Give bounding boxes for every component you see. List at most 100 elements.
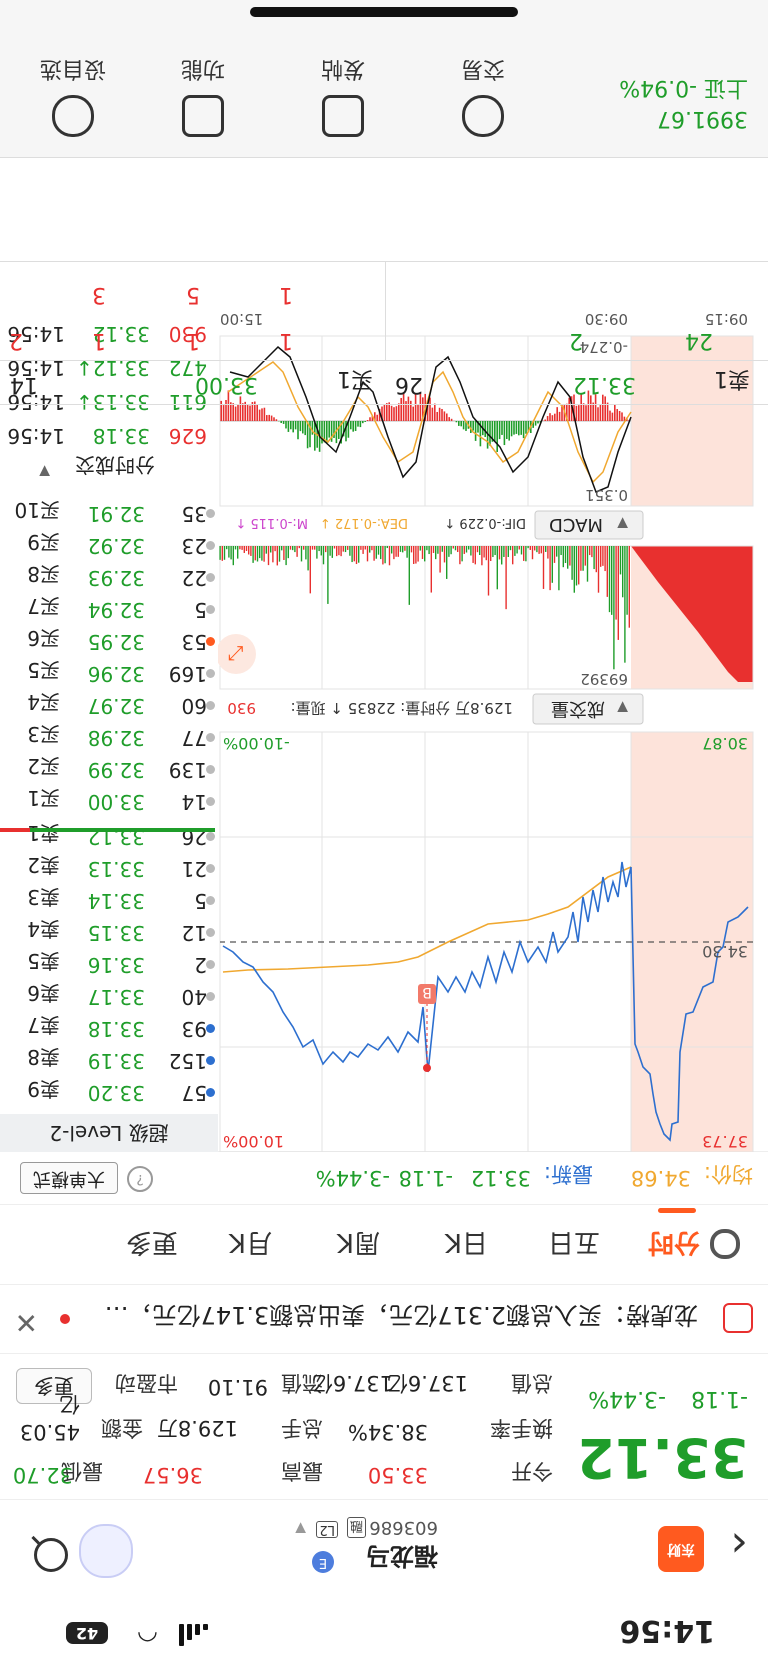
volume-bar — [410, 546, 413, 553]
bid-row[interactable]: 139 32.99 买2 — [0, 754, 215, 786]
macd-bar — [534, 421, 537, 426]
intraday-chart[interactable]: B 37.73 10.00% 34.30 30.87 -10.00% 成交量 ▼… — [216, 282, 768, 1153]
tab-month-k[interactable]: 月K — [229, 1226, 272, 1263]
bid-row[interactable]: 169 32.96 买5 — [0, 658, 215, 690]
ticks-caret-icon[interactable]: ▼ — [39, 463, 50, 479]
index-ticker[interactable]: 3991.67 上证 -0.94% — [598, 74, 748, 137]
big-order-mode-button[interactable]: 大单模式 — [20, 1162, 118, 1194]
bid-price: 32.99 — [87, 758, 145, 782]
tab-more[interactable]: 更多 — [126, 1226, 178, 1263]
turnover-label[interactable]: 换手率 — [490, 1414, 553, 1444]
assistant-robot-icon[interactable] — [79, 1524, 133, 1578]
volume-bar — [624, 546, 626, 663]
bid-row[interactable]: 77 32.98 买3 — [0, 722, 215, 754]
volume-bar — [256, 546, 259, 562]
macd-bar — [302, 421, 304, 434]
bid-row[interactable]: 35 32.91 买10 — [0, 498, 215, 530]
volume-bar — [567, 546, 569, 569]
bid-volume: 139 — [168, 758, 207, 782]
bid-row[interactable]: 23 32.92 买9 — [0, 530, 215, 562]
bid-volume: 53 — [181, 630, 207, 654]
bid-label: 买3 — [27, 722, 60, 746]
ask-row[interactable]: 152 33.19 卖8 — [0, 1045, 215, 1077]
back-chevron-icon[interactable]: ‹ — [730, 1519, 748, 1570]
battery-icon: 42 — [66, 1622, 108, 1644]
volume-bar — [223, 546, 226, 560]
level2-header[interactable]: 超级 Level-2 — [0, 1114, 218, 1152]
volume-bar — [503, 546, 505, 557]
trade-button[interactable]: 交易 — [423, 55, 543, 137]
expand-icon[interactable]: ⤢ — [228, 642, 244, 666]
tab-intraday[interactable]: 分时 — [648, 1226, 700, 1263]
volume-caret-icon[interactable]: ▼ — [617, 699, 628, 715]
macd-bar — [237, 404, 239, 421]
amount-value: 45.03亿 — [19, 1392, 80, 1444]
volume-bar — [494, 546, 496, 556]
bid-row[interactable]: 60 32.97 买4 — [0, 690, 215, 722]
close-icon[interactable]: ✕ — [15, 1306, 38, 1339]
bid-dot — [206, 605, 215, 614]
volume-bar — [322, 546, 325, 565]
bid-price: 32.98 — [87, 726, 145, 750]
volume-bar — [237, 546, 239, 559]
macd-bar — [443, 411, 446, 421]
macd-bar — [328, 421, 330, 438]
ticks-header[interactable]: 分时成交 ▼ — [0, 453, 215, 485]
volume-bar — [234, 546, 237, 550]
macd-bar — [501, 421, 503, 435]
ask-row[interactable]: 21 33.13 卖2 — [0, 853, 215, 885]
dropdown-caret-icon[interactable]: ▼ — [295, 1520, 306, 1536]
volume-bar — [373, 546, 375, 561]
ask-row[interactable]: 2 33.16 卖5 — [0, 949, 215, 981]
volume-bar — [575, 546, 578, 586]
volume-bar — [342, 546, 344, 552]
macd-bar — [275, 419, 278, 421]
volume-bar — [470, 546, 472, 556]
volume-bar — [536, 546, 538, 553]
ask-row[interactable]: 26 33.12 卖1 — [0, 821, 215, 853]
help-icon[interactable]: ? — [127, 1166, 153, 1192]
macd-bar — [398, 403, 400, 421]
volume-bar — [329, 546, 331, 556]
bid-dot — [206, 573, 215, 582]
total-value-label[interactable]: 总值 — [511, 1369, 553, 1399]
pe-label[interactable]: 市盈动 — [115, 1369, 178, 1399]
post-button[interactable]: 发帖 — [283, 55, 403, 137]
bid-row[interactable]: 5 32.94 买7 — [0, 594, 215, 626]
volume-bar — [309, 546, 311, 594]
tab-week-k[interactable]: 周K — [337, 1226, 380, 1263]
volume-bar — [547, 546, 549, 559]
macd-bar — [448, 417, 450, 421]
macd-bar — [582, 403, 585, 421]
macd-bar — [230, 402, 232, 421]
ask-row[interactable]: 5 33.14 卖3 — [0, 885, 215, 917]
brand-logo[interactable]: 东财 — [658, 1526, 704, 1572]
volume-bar — [265, 546, 267, 554]
post-label: 发帖 — [321, 56, 366, 81]
bid-row[interactable]: 53 32.95 买6 — [0, 626, 215, 658]
volume-bar — [419, 546, 421, 551]
ask-row[interactable]: 57 33.20 卖9 — [0, 1077, 215, 1109]
ask-row[interactable]: 40 33.17 卖6 — [0, 981, 215, 1013]
ask-volume: 40 — [181, 985, 207, 1009]
macd-label: MACD — [549, 514, 603, 535]
volume-bar — [617, 546, 619, 640]
dragon-tiger-bar[interactable]: 龙虎榜：买入总额2.317亿元，卖出总额3.147亿元，… ✕ — [0, 1284, 768, 1354]
add-watchlist-button[interactable]: 设自选 — [13, 55, 133, 137]
grid-icon — [182, 95, 224, 137]
settings-gear-icon[interactable] — [710, 1229, 740, 1259]
macd-caret-icon[interactable]: ▼ — [617, 515, 628, 531]
volume-bar — [307, 546, 309, 571]
tab-five-day[interactable]: 五日 — [548, 1226, 600, 1263]
buy-queue-item: 3 — [92, 282, 106, 307]
bid-row[interactable]: 22 32.93 买8 — [0, 562, 215, 594]
tab-day-k[interactable]: 日K — [445, 1226, 488, 1263]
functions-button[interactable]: 功能 — [143, 55, 263, 137]
macd-bar — [222, 405, 225, 421]
ask-row[interactable]: 12 33.15 卖4 — [0, 917, 215, 949]
volume-bar — [597, 546, 600, 593]
macd-bar — [364, 421, 366, 422]
ask-row[interactable]: 93 33.18 卖7 — [0, 1013, 215, 1045]
bid-row[interactable]: 14 33.00 买1 — [0, 786, 215, 818]
macd-bar — [304, 421, 306, 436]
